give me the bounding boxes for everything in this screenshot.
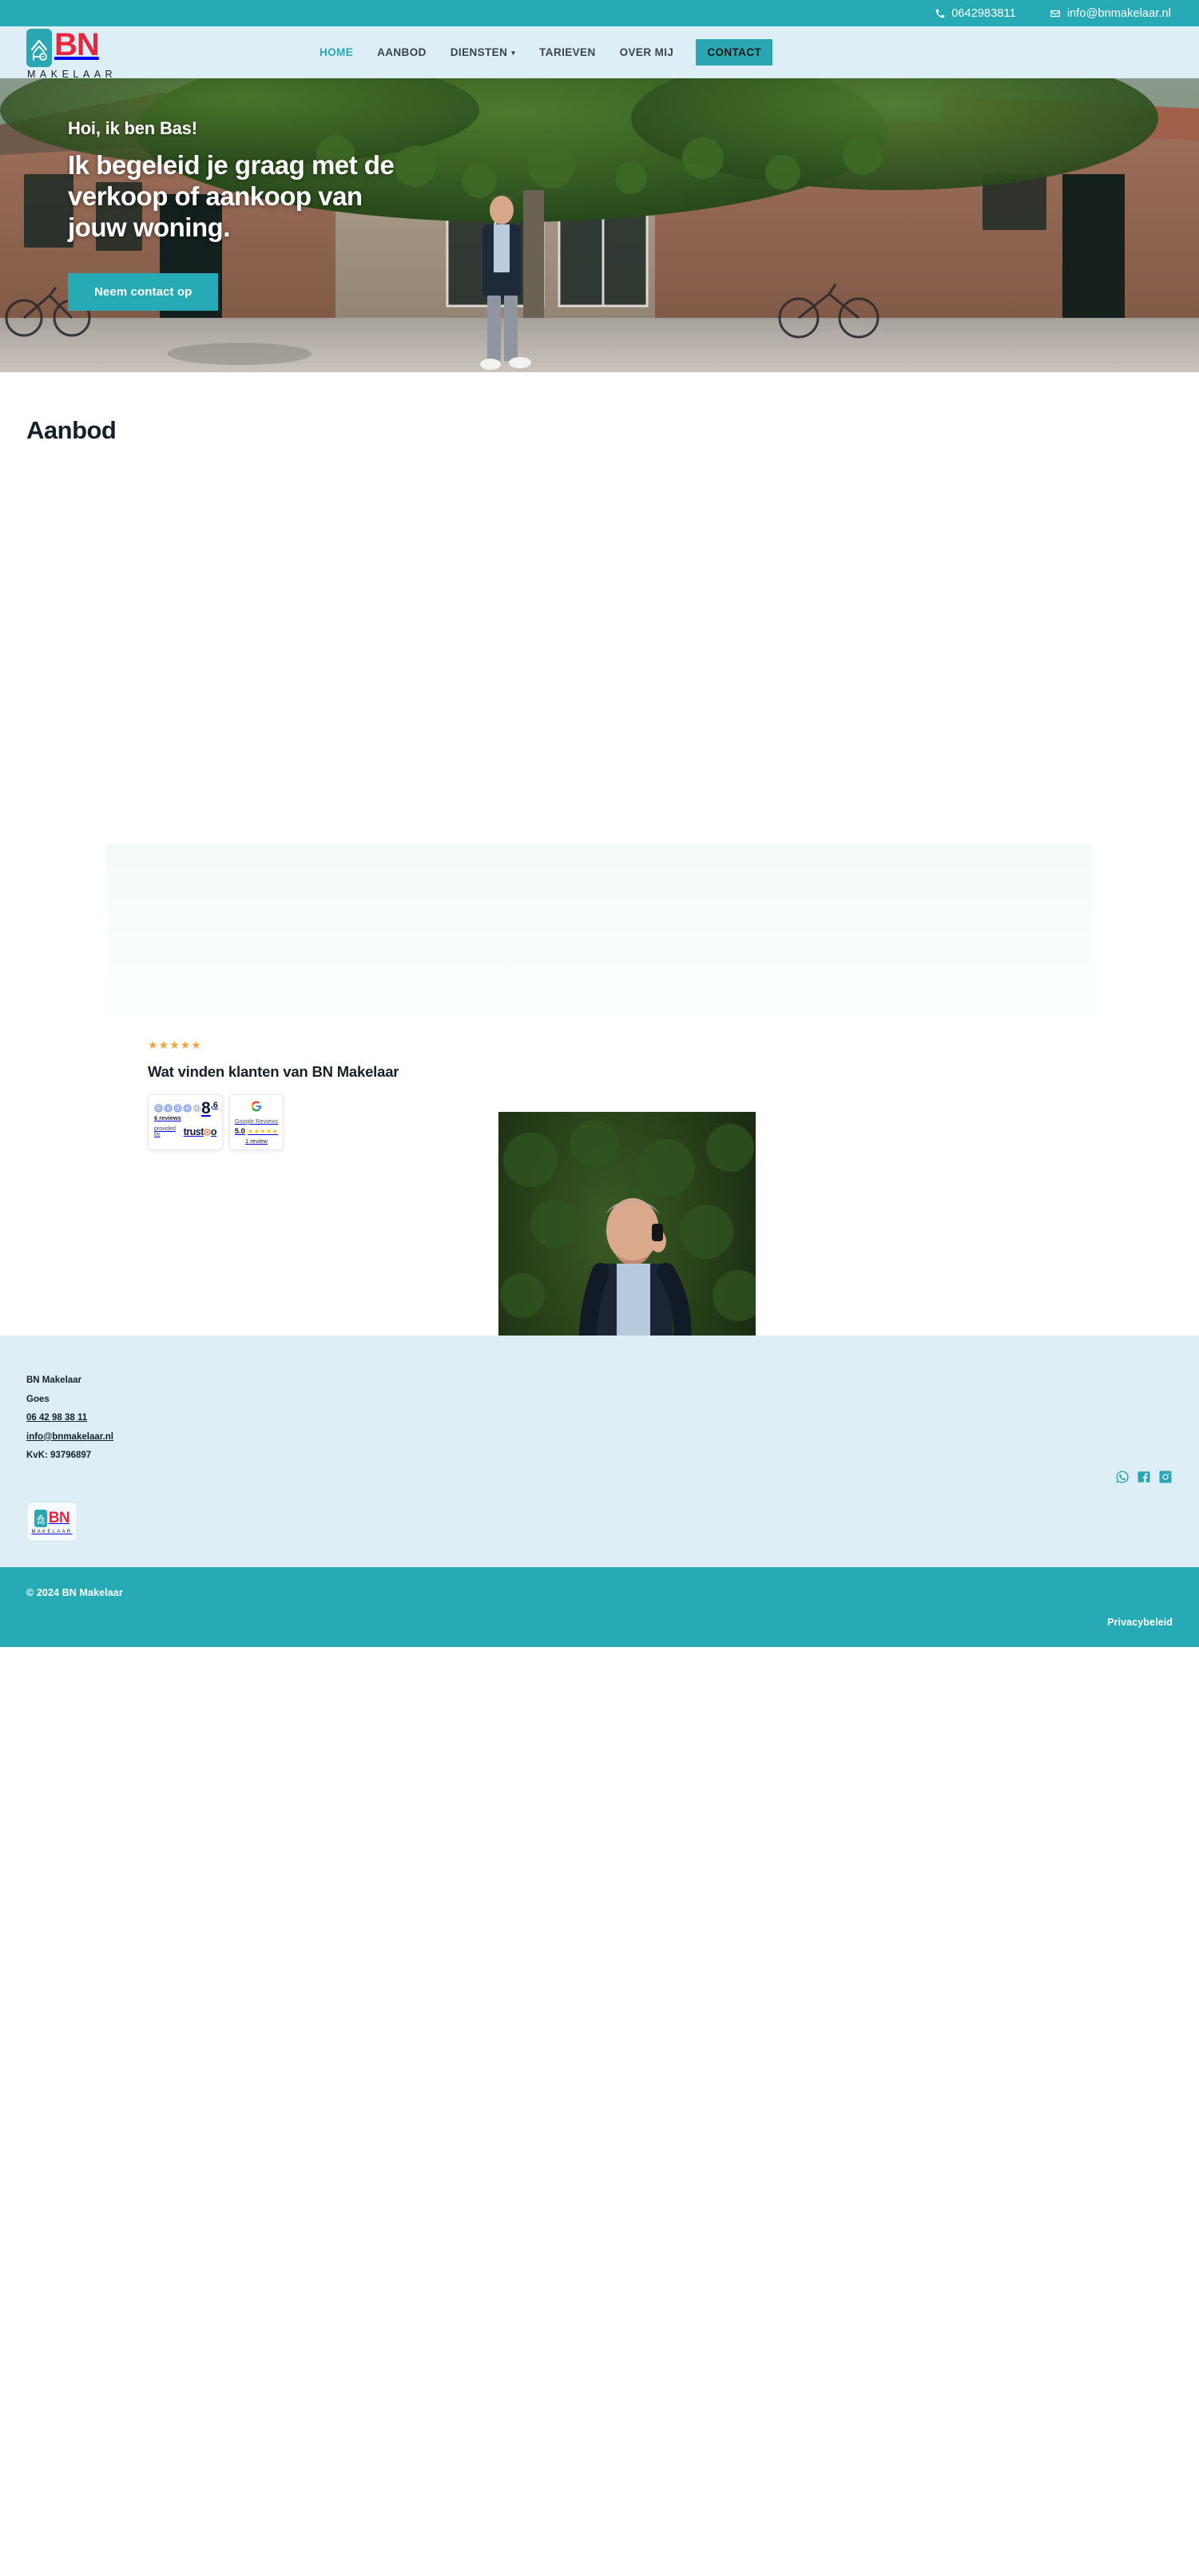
nav-item-diensten[interactable]: DIENSTEN ▾ [439, 46, 527, 58]
privacy-policy-link[interactable]: Privacybeleid [1107, 1617, 1173, 1628]
hero-content: Hoi, ik ben Bas! Ik begeleid je graag me… [68, 118, 411, 311]
google-review-count: 1 review [245, 1137, 268, 1145]
hero-section: Hoi, ik ben Bas! Ik begeleid je graag me… [0, 78, 1199, 372]
google-star-rating: ★★★★★ [247, 1128, 279, 1135]
trustoo-score-dec: ,6 [210, 1101, 218, 1110]
whatsapp-icon [1116, 1471, 1129, 1483]
footer-logo[interactable]: BN MAKELAAR [26, 1502, 77, 1542]
content-loading-placeholder [106, 844, 1093, 1016]
logo-text-bn: BN [54, 27, 100, 62]
reviews-star-rating: ★★★★★ [148, 1038, 202, 1051]
phone-icon [934, 7, 946, 19]
footer-phone-link[interactable]: 06 42 98 38 11 [26, 1413, 87, 1423]
main-navigation: HOME AANBOD DIENSTEN ▾ TARIEVEN OVER MIJ… [308, 26, 773, 78]
footer-email-link[interactable]: info@bnmakelaar.nl [26, 1432, 113, 1442]
trustoo-wordmark: trust o [183, 1126, 217, 1137]
trustoo-provided-by: provided by trust o [154, 1126, 217, 1137]
footer-contact-block: BN Makelaar Goes 06 42 98 38 11 info@bnm… [26, 1371, 1173, 1466]
google-review-badge[interactable]: Google Reviews 5.0 ★★★★★ 1 review [229, 1094, 284, 1150]
site-footer: BN Makelaar Goes 06 42 98 38 11 info@bnm… [0, 1336, 1199, 1567]
reviews-heading: Wat vinden klanten van BN Makelaar [148, 1063, 399, 1080]
nav-contact-button[interactable]: CONTACT [696, 39, 773, 65]
aanbod-heading: Aanbod [26, 416, 117, 444]
topbar-email-text: info@bnmakelaar.nl [1066, 6, 1171, 20]
google-g-icon [251, 1101, 262, 1112]
google-score: 5.0 [234, 1127, 245, 1136]
trustoo-review-count: 6 reviews [154, 1114, 181, 1121]
footer-city: Goes [26, 1394, 50, 1404]
footer-social-links [1115, 1470, 1173, 1488]
hero-contact-button[interactable]: Neem contact op [68, 272, 219, 311]
aanbod-container: Aanbod [0, 416, 1199, 445]
hero-title: Ik begeleid je graag met de verkoop of a… [68, 150, 395, 242]
facebook-link[interactable] [1137, 1470, 1151, 1488]
nav-item-aanbod[interactable]: AANBOD [365, 46, 439, 58]
footer-kvk: KvK: 93796897 [26, 1451, 92, 1461]
google-reviews-title: Google Reviews [234, 1117, 279, 1125]
google-rating-line: 5.0 ★★★★★ [234, 1127, 279, 1136]
topbar-phone-text: 0642983811 [951, 6, 1016, 20]
top-utility-bar: 0642983811 info@bnmakelaar.nl [0, 0, 1199, 26]
nav-item-over-mij[interactable]: OVER MIJ [608, 46, 686, 58]
trustoo-target-icon [204, 1128, 211, 1136]
trustoo-score-int: 8 [201, 1099, 211, 1117]
footer-logo-row: BN [34, 1509, 70, 1527]
nav-label-tarieven: TARIEVEN [539, 46, 596, 58]
nav-label-diensten: DIENSTEN [450, 46, 508, 58]
nav-item-home[interactable]: HOME [308, 46, 365, 58]
nav-label-aanbod: AANBOD [377, 46, 427, 58]
trustoo-left: 6 reviews [154, 1101, 201, 1121]
aanbod-section: Aanbod [0, 372, 1199, 1016]
topbar-email-link[interactable]: info@bnmakelaar.nl [1050, 7, 1171, 20]
trustoo-top-row: 6 reviews 8 ,6 [154, 1099, 218, 1121]
trustoo-wordmark-post: o [210, 1126, 217, 1137]
instagram-link[interactable] [1158, 1470, 1173, 1488]
contact-section: Contact opnemen met Bas ★★★★★ Wat vinden… [0, 1016, 1199, 1532]
copyright-text: © 2024 BN Makelaar [26, 1587, 123, 1598]
aanbod-listings-placeholder [0, 445, 1199, 844]
trustoo-review-badge[interactable]: 6 reviews 8 ,6 provided by trust o [148, 1094, 223, 1150]
trustoo-score: 8 ,6 [201, 1099, 218, 1117]
footer-house-keys-logo-icon [34, 1509, 47, 1527]
nav-item-tarieven[interactable]: TARIEVEN [527, 46, 607, 58]
footer-bottom-bar: © 2024 BN Makelaar Privacybeleid [0, 1567, 1199, 1647]
chevron-down-icon: ▾ [511, 49, 516, 57]
nav-label-contact: CONTACT [707, 46, 762, 58]
logo-row: BN [26, 27, 100, 67]
envelope-icon [1050, 7, 1062, 19]
instagram-icon [1159, 1471, 1172, 1483]
topbar-phone-link[interactable]: 0642983811 [934, 7, 1016, 20]
site-header: BN MAKELAAR HOME AANBOD DIENSTEN ▾ TARIE… [0, 26, 1199, 80]
site-logo[interactable]: BN MAKELAAR [26, 27, 121, 80]
footer-company-name: BN Makelaar [26, 1375, 82, 1385]
trustoo-provided-label: provided by [154, 1126, 176, 1137]
hero-kicker: Hoi, ik ben Bas! [68, 118, 197, 138]
trustoo-circle-rating-icon [154, 1104, 201, 1113]
house-keys-logo-icon [26, 29, 52, 67]
nav-label-over-mij: OVER MIJ [619, 46, 674, 58]
trustoo-wordmark-pre: trust [183, 1126, 204, 1137]
whatsapp-link[interactable] [1115, 1470, 1130, 1488]
footer-logo-text-bn: BN [48, 1510, 70, 1526]
footer-logo-text-makelaar: MAKELAAR [31, 1529, 73, 1534]
facebook-icon [1137, 1471, 1150, 1482]
nav-label-home: HOME [320, 46, 354, 58]
